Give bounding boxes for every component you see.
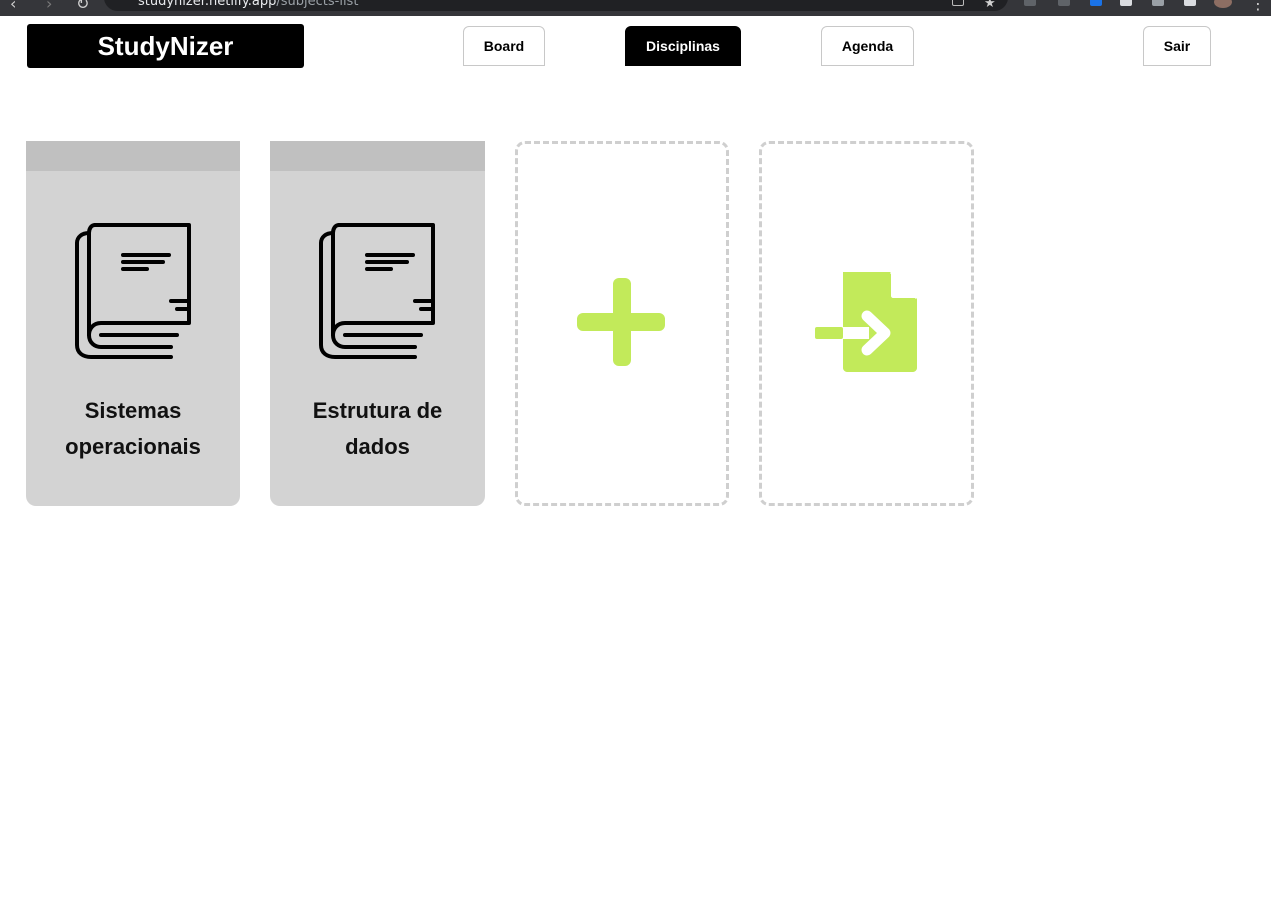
plus-icon xyxy=(577,277,665,366)
extension-icon[interactable] xyxy=(1024,0,1036,6)
app-header: StudyNizer Board Disciplinas Agenda Sair xyxy=(0,16,1271,76)
puzzle-icon[interactable] xyxy=(1184,0,1196,6)
extension-icon[interactable] xyxy=(1090,0,1102,6)
file-import-icon xyxy=(814,270,918,372)
back-icon[interactable]: ‹ xyxy=(10,0,16,13)
subject-card[interactable]: Sistemas operacionais xyxy=(26,141,240,506)
share-icon[interactable] xyxy=(952,0,964,6)
browser-toolbar: ‹ › ↻ studynizer.netlify.app/subjects-li… xyxy=(0,0,1271,16)
book-icon xyxy=(319,223,435,359)
subject-name: Estrutura de dados xyxy=(312,398,443,459)
logout-button[interactable]: Sair xyxy=(1143,26,1211,66)
app-logo[interactable]: StudyNizer xyxy=(27,24,304,68)
import-subject-card[interactable] xyxy=(759,141,974,506)
nav-button-board[interactable]: Board xyxy=(463,26,545,66)
nav-button-disciplinas[interactable]: Disciplinas xyxy=(625,26,741,66)
extension-icon[interactable] xyxy=(1058,0,1070,6)
nav-button-agenda[interactable]: Agenda xyxy=(821,26,914,66)
add-subject-card[interactable] xyxy=(515,141,729,506)
subject-card[interactable]: Estrutura de dados xyxy=(270,141,485,506)
extension-icon[interactable] xyxy=(1152,0,1164,6)
star-icon[interactable]: ★ xyxy=(984,0,996,11)
card-header-strip xyxy=(26,141,240,171)
avatar[interactable] xyxy=(1214,0,1232,8)
card-header-strip xyxy=(270,141,485,171)
reload-icon[interactable]: ↻ xyxy=(76,0,89,13)
book-icon xyxy=(75,223,191,359)
menu-icon[interactable]: ⋮ xyxy=(1250,0,1266,13)
forward-icon[interactable]: › xyxy=(46,0,52,13)
address-bar-url: studynizer.netlify.app/subjects-list xyxy=(138,0,359,9)
subject-name: Sistemas operacionais xyxy=(65,398,201,459)
extension-icon[interactable] xyxy=(1120,0,1132,6)
